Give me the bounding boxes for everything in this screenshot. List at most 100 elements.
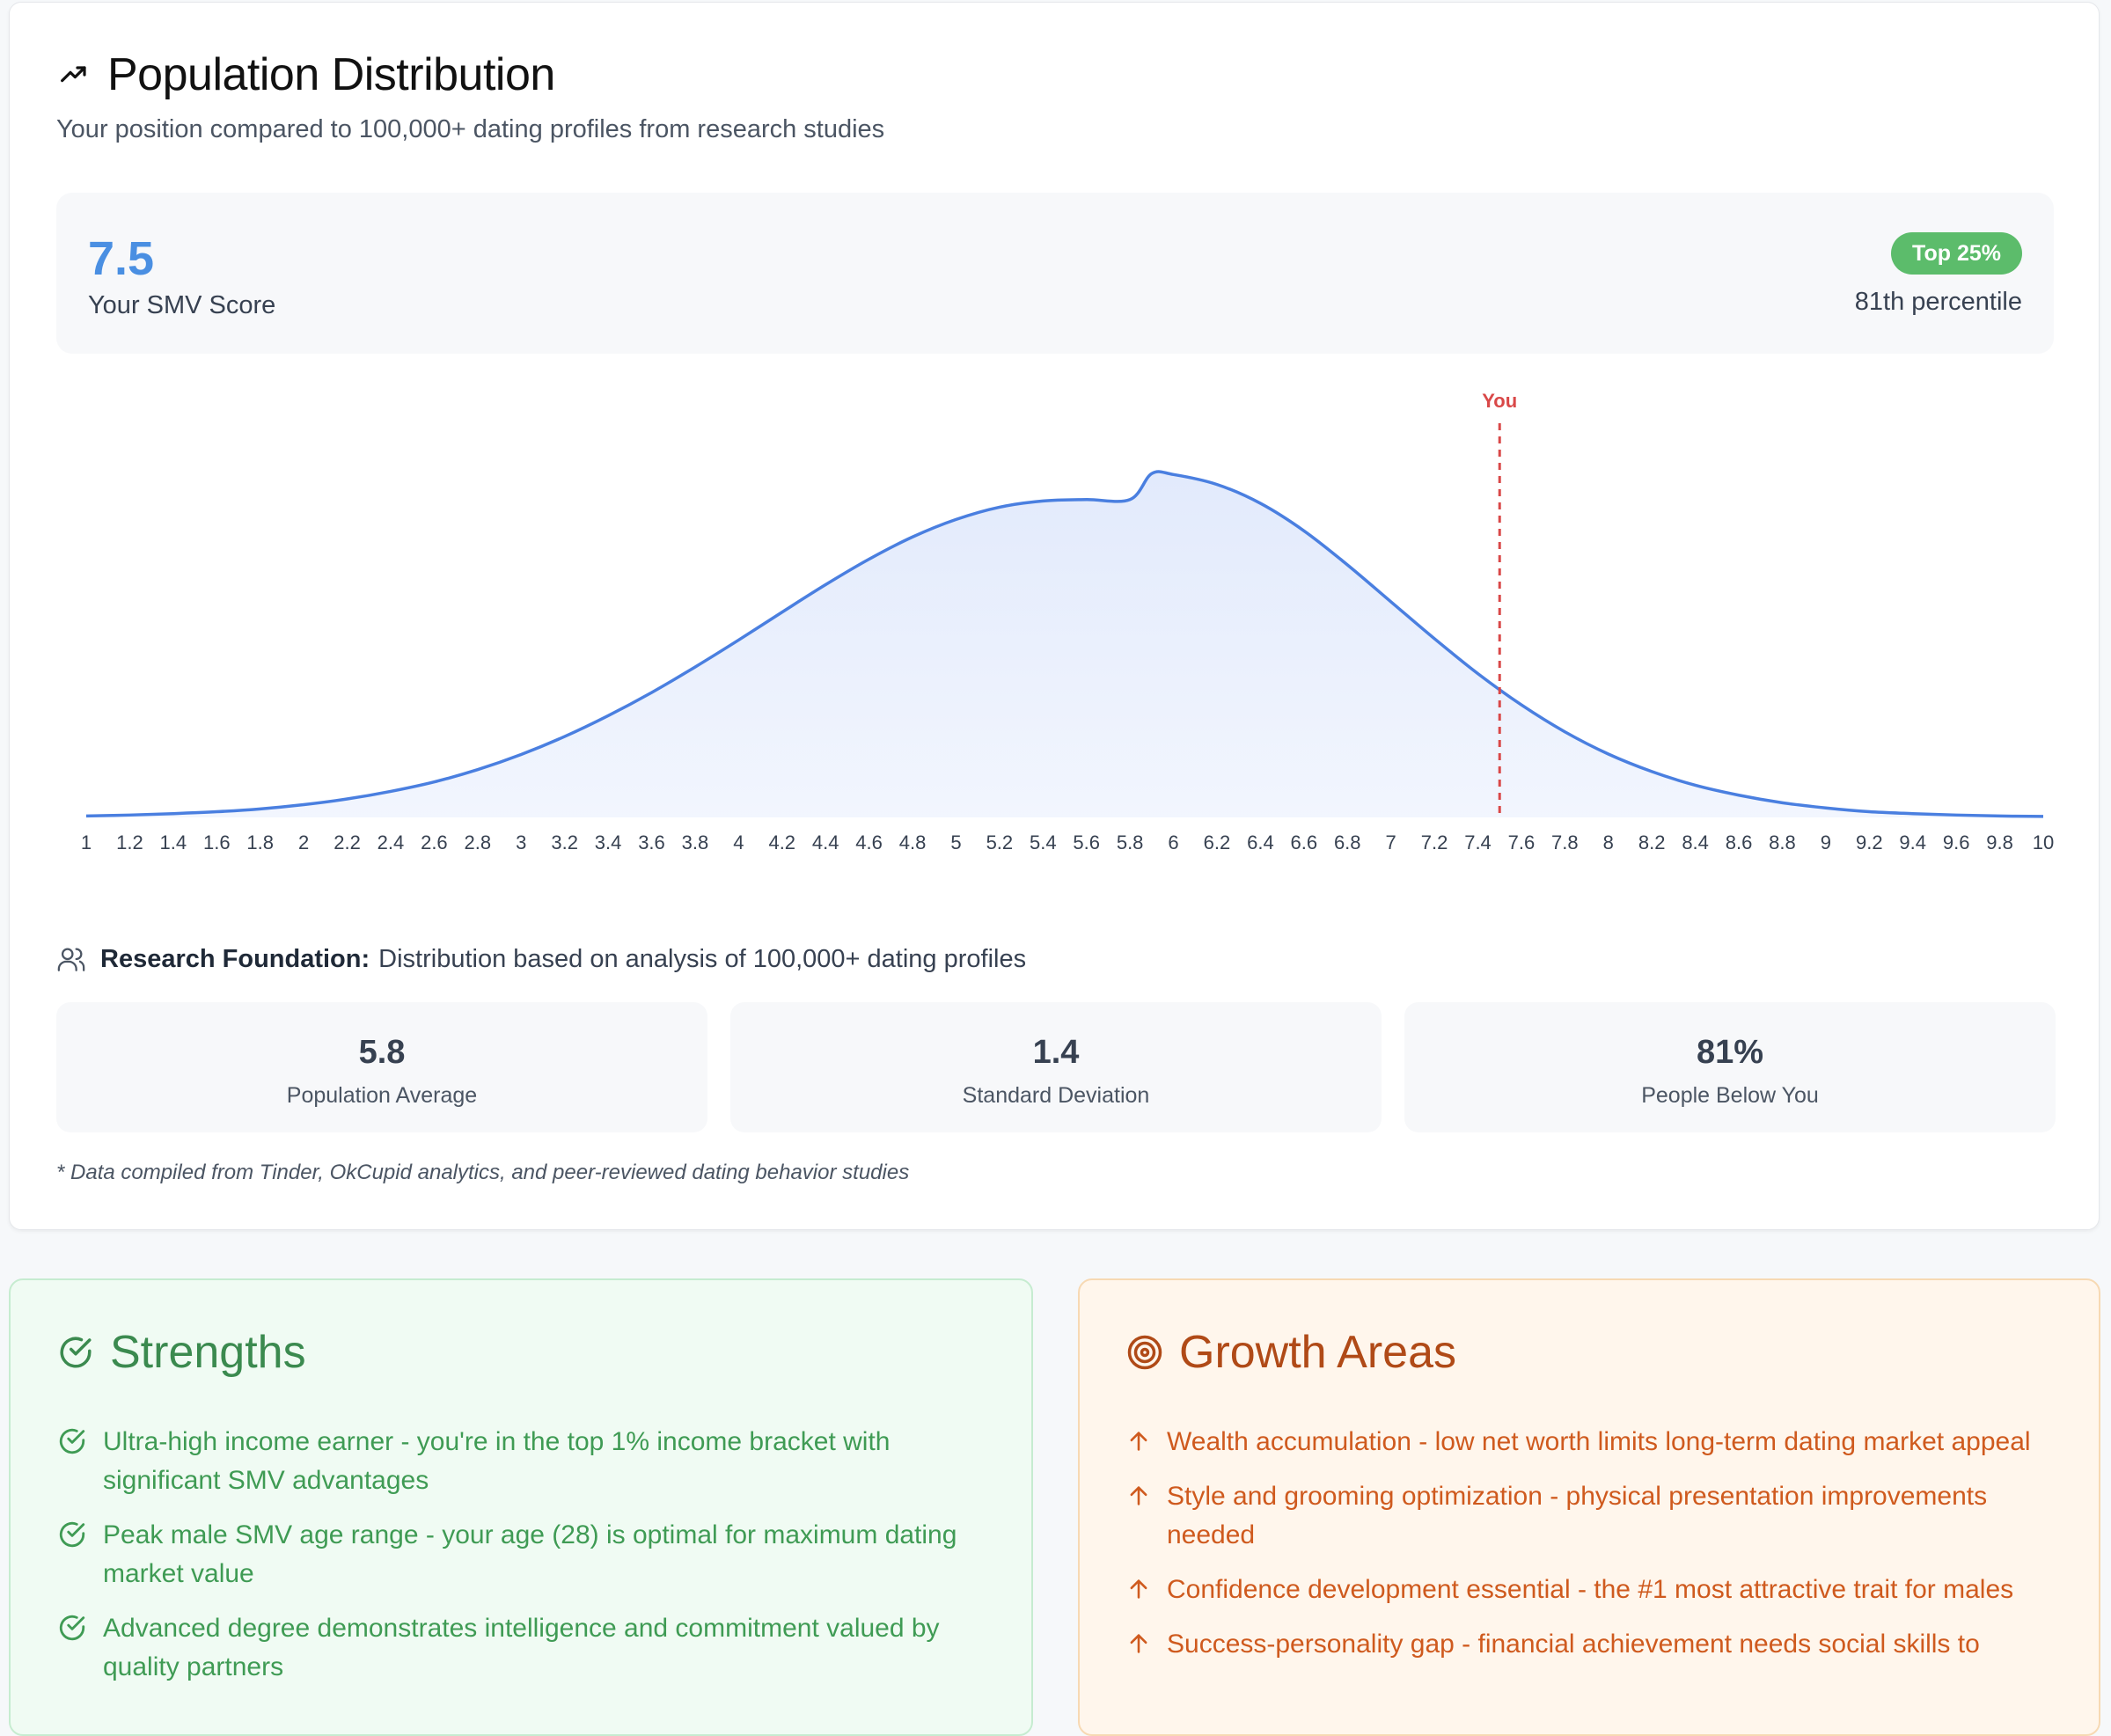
x-tick-label: 8.4: [1682, 831, 1709, 853]
x-tick-label: 4.4: [812, 831, 839, 853]
x-tick-label: 9.6: [1943, 831, 1970, 853]
x-tick-label: 1.8: [246, 831, 274, 853]
stat-value: 1.4: [1032, 1034, 1080, 1071]
strength-text: Ultra-high income earner - you're in the…: [103, 1427, 891, 1495]
arrow-up-icon: [1130, 1579, 1147, 1599]
strength-text: Peak male SMV age range - your age (28) …: [103, 1520, 957, 1588]
growth-list: Wealth accumulation - low net worth limi…: [1126, 1423, 2063, 1680]
x-tick-label: 5.8: [1117, 831, 1144, 853]
score-panel: 7.5 Your SMV Score Top 25% 81th percenti…: [56, 193, 2054, 354]
x-tick-label: 9.8: [1986, 831, 2013, 853]
check-circle-icon: [60, 1337, 92, 1368]
strengths-list: Ultra-high income earner - you're in the…: [57, 1423, 996, 1703]
arrow-up-icon: [1130, 1432, 1147, 1451]
x-tick-label: 7.8: [1551, 831, 1579, 853]
check-circle-icon: [59, 1615, 85, 1641]
card-header: Population Distribution: [56, 48, 555, 101]
distribution-chart: You 1 1.2 1.4 1.6 1.8 2 2.2 2.4 2.6 2.8 3 3.2 3.4 3.6 3…: [81, 390, 2054, 853]
growth-areas-panel: Growth Areas Wealth accumulation - low n…: [1078, 1278, 2100, 1736]
x-tick-label: 8.6: [1726, 831, 1753, 853]
list-item: Style and grooming optimization - physic…: [1126, 1477, 2063, 1555]
x-tick-label: 5.2: [986, 831, 1014, 853]
list-item: Success-personality gap - financial achi…: [1126, 1625, 2063, 1664]
x-tick-label: 8.8: [1769, 831, 1796, 853]
list-item: Wealth accumulation - low net worth limi…: [1126, 1423, 2063, 1461]
x-tick-label: 2.8: [465, 831, 492, 853]
smv-score-value: 7.5: [88, 232, 155, 285]
x-tick-label: 3.2: [551, 831, 578, 853]
data-footnote: * Data compiled from Tinder, OkCupid ana…: [56, 1161, 910, 1184]
x-tick-label: 6.4: [1247, 831, 1274, 853]
x-tick-label: 10: [2033, 831, 2054, 853]
growth-header: Growth Areas: [1126, 1326, 1456, 1379]
x-tick-label: 3.6: [638, 831, 665, 853]
growth-text: Success-personality gap - financial achi…: [1167, 1630, 1980, 1659]
x-tick-label: 1: [81, 831, 92, 853]
x-tick-label: 4: [733, 831, 744, 853]
you-marker-label: You: [1482, 390, 1517, 412]
x-tick-label: 1.2: [116, 831, 143, 853]
target-icon: [1127, 1335, 1162, 1370]
x-tick-label: 9.4: [1899, 831, 1926, 853]
stat-standard-deviation: 1.4 Standard Deviation: [730, 1002, 1382, 1132]
x-tick-label: 3.4: [595, 831, 622, 853]
arrow-up-icon: [1130, 1486, 1147, 1505]
x-tick-label: 7.6: [1508, 831, 1536, 853]
x-tick-label: 1.4: [160, 831, 187, 853]
list-item: Confidence development essential - the #…: [1126, 1571, 2063, 1609]
x-tick-label: 9: [1821, 831, 1831, 853]
x-tick-label: 1.6: [203, 831, 231, 853]
x-tick-label: 2.6: [421, 831, 448, 853]
x-tick-label: 8.2: [1638, 831, 1666, 853]
x-tick-label: 3.8: [682, 831, 709, 853]
strengths-header: Strengths: [57, 1326, 306, 1379]
x-tick-label: 2.2: [334, 831, 361, 853]
users-icon: [57, 948, 85, 971]
x-tick-label: 6: [1168, 831, 1178, 853]
stat-value: 81%: [1696, 1034, 1764, 1071]
growth-text: Style and grooming optimization - physic…: [1167, 1482, 1988, 1549]
strength-text: Advanced degree demonstrates intelligenc…: [103, 1614, 940, 1681]
arrow-up-icon: [1130, 1634, 1147, 1653]
x-tick-label: 3: [516, 831, 526, 853]
strengths-title: Strengths: [110, 1327, 306, 1378]
research-foundation: Research Foundation: Distribution based …: [56, 944, 1026, 974]
x-tick-label: 6.2: [1204, 831, 1231, 853]
page-subtitle: Your position compared to 100,000+ datin…: [56, 115, 885, 143]
x-tick-label: 7.4: [1464, 831, 1492, 853]
x-tick-label: 5: [950, 831, 961, 853]
stat-label: Population Average: [286, 1083, 478, 1108]
research-label: Research Foundation:: [100, 944, 370, 973]
list-item: Advanced degree demonstrates intelligenc…: [57, 1609, 996, 1687]
x-tick-label: 4.2: [768, 831, 795, 853]
research-text: Distribution based on analysis of 100,00…: [378, 944, 1027, 973]
percentile-text: 81th percentile: [1854, 288, 2022, 316]
check-circle-icon: [59, 1521, 85, 1548]
stat-label: People Below You: [1641, 1083, 1819, 1108]
stat-value: 5.8: [358, 1034, 406, 1071]
x-tick-label: 2: [298, 831, 309, 853]
strengths-panel: Strengths Ultra-high income earner - you…: [9, 1278, 1033, 1736]
x-tick-label: 6.8: [1334, 831, 1361, 853]
stat-label: Standard Deviation: [962, 1083, 1150, 1108]
distribution-area-fill: [86, 471, 2043, 817]
list-item: Peak male SMV age range - your age (28) …: [57, 1516, 996, 1593]
page-title: Population Distribution: [107, 49, 555, 100]
x-tick-label: 7: [1386, 831, 1396, 853]
stat-population-average: 5.8 Population Average: [56, 1002, 707, 1132]
growth-text: Wealth accumulation - low net worth limi…: [1167, 1427, 2031, 1456]
stat-people-below: 81% People Below You: [1404, 1002, 2056, 1132]
x-tick-label: 9.2: [1856, 831, 1883, 853]
x-tick-label: 5.4: [1030, 831, 1057, 853]
x-tick-label: 8: [1603, 831, 1614, 853]
x-tick-label: 2.4: [377, 831, 405, 853]
x-tick-label: 7.2: [1421, 831, 1448, 853]
trending-up-icon: [61, 66, 86, 83]
growth-title: Growth Areas: [1179, 1327, 1457, 1378]
x-tick-label: 4.8: [899, 831, 927, 853]
list-item: Ultra-high income earner - you're in the…: [57, 1423, 996, 1500]
distribution-card: Population Distribution Your position co…: [9, 2, 2100, 1230]
x-tick-label: 6.6: [1291, 831, 1318, 853]
x-tick-label: 4.6: [855, 831, 883, 853]
check-circle-icon: [59, 1428, 85, 1454]
